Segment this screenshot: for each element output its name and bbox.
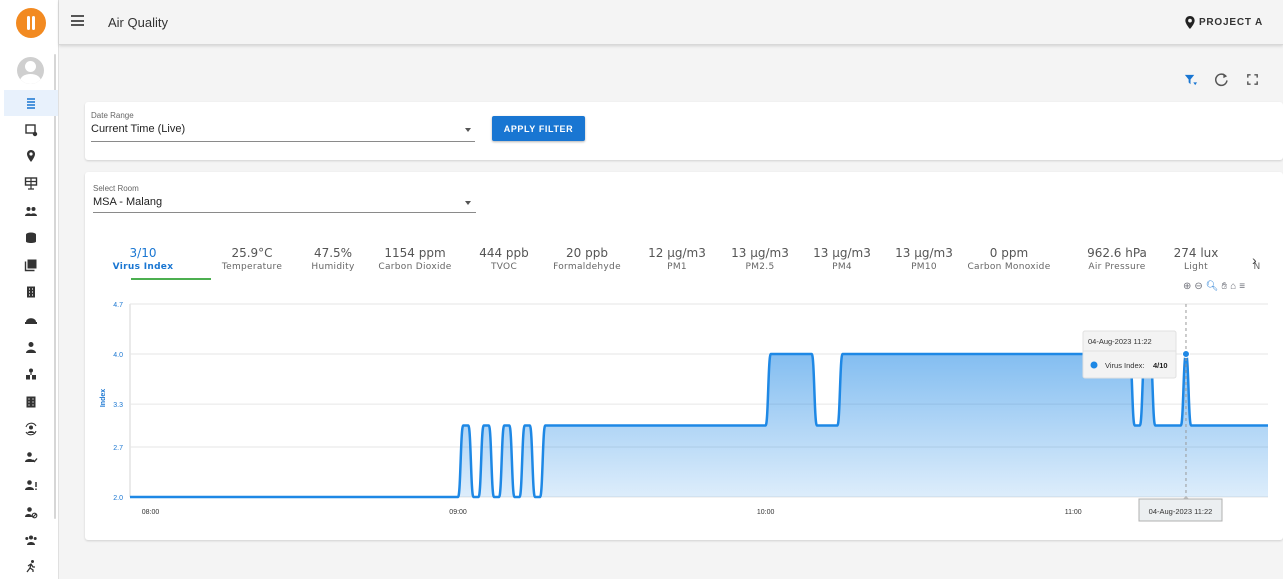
crosshair-label-text: 04-Aug-2023 11:22 (1149, 507, 1213, 516)
y-tick-label: 2.7 (113, 445, 123, 452)
y-tick-label: 4.7 (113, 302, 123, 309)
tooltip-title: 04-Aug-2023 11:22 (1088, 337, 1152, 346)
x-tick-label: 10:00 (757, 509, 775, 516)
tooltip-value: 4/10 (1153, 361, 1168, 370)
y-tick-label: 2.0 (113, 495, 123, 502)
x-crosshair-label: 04-Aug-2023 11:22 (1138, 496, 1223, 522)
virus-index-chart: 2.0 2.7 3.3 4.0 4.7 Index 08:00 09:00 10:00 11:0… (100, 302, 1268, 522)
y-axis-title: Index (100, 389, 107, 407)
x-tick-label: 09:00 (449, 509, 467, 516)
y-tick-label: 3.3 (113, 402, 123, 409)
hover-marker[interactable] (1181, 350, 1190, 359)
tooltip: 04-Aug-2023 11:22 Virus Index: 4/10 (1082, 330, 1177, 379)
legend-marker (1090, 361, 1098, 369)
x-tick-label: 08:00 (142, 509, 160, 516)
x-tick-label: 11:00 (1065, 509, 1082, 516)
tooltip-series-name: Virus Index: (1105, 361, 1144, 370)
y-tick-label: 4.0 (113, 352, 123, 359)
